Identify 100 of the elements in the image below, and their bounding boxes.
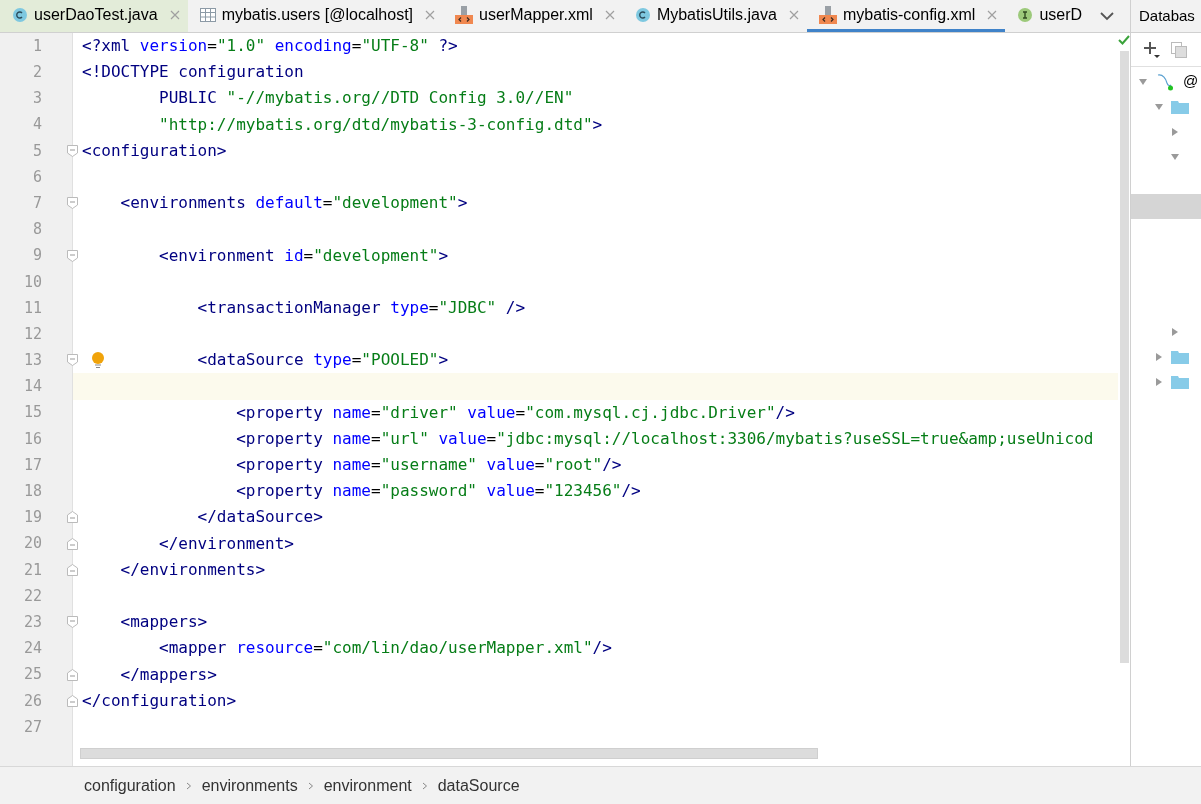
lightbulb-icon[interactable]: [91, 351, 105, 370]
line-number: 20: [22, 533, 42, 555]
line-number: 6: [31, 166, 42, 188]
add-icon[interactable]: [1143, 40, 1161, 59]
expand-arrow-icon[interactable]: [1171, 327, 1179, 336]
tab-label: userMapper.xml: [479, 4, 593, 25]
code-line: </environments>: [120, 558, 266, 581]
line-number: 15: [22, 402, 42, 424]
code-line: <mapper resource="com/lin/dao/userMapper.xml"/>: [159, 637, 612, 660]
collapse-arrow-icon[interactable]: [1155, 102, 1163, 111]
line-number: 25: [22, 664, 42, 686]
code-line: <mappers>: [120, 611, 208, 634]
tab-label: userDaoTest.java: [34, 4, 158, 25]
fold-marker-icon[interactable]: [67, 144, 78, 157]
folder-icon: [1171, 99, 1189, 114]
database-icon: [1155, 71, 1175, 92]
code-line: <transactionManager type="JDBC" />: [197, 296, 526, 319]
line-number: 26: [22, 690, 42, 712]
fold-marker-icon[interactable]: [67, 537, 78, 550]
fold-marker-icon[interactable]: [67, 668, 78, 681]
line-number: 12: [22, 323, 42, 345]
line-number: 5: [31, 140, 42, 162]
code-line: <environment id="development">: [159, 244, 449, 267]
line-number: 24: [22, 638, 42, 660]
vertical-scrollbar[interactable]: [1119, 51, 1129, 663]
code-line: </environment>: [159, 532, 294, 555]
line-number: 3: [31, 88, 42, 110]
code-line: <configuration>: [82, 139, 227, 162]
close-icon[interactable]: [604, 9, 615, 20]
code-line: "http://mybatis.org/dtd/mybatis-3-config.dtd">: [159, 113, 603, 136]
editor-tab[interactable]: userDaoTest.java: [0, 0, 188, 32]
line-number: 17: [22, 454, 42, 476]
horizontal-scrollbar[interactable]: [80, 747, 818, 759]
class-icon: [12, 6, 28, 23]
chevron-down-icon[interactable]: [1100, 11, 1115, 21]
code-line: PUBLIC "-//mybatis.org//DTD Config 3.0//EN": [159, 87, 574, 110]
fold-marker-icon[interactable]: [67, 616, 78, 629]
line-number: 4: [31, 114, 42, 136]
fold-marker-icon[interactable]: [67, 694, 78, 707]
code-line: <property name="username" value="root"/>: [236, 454, 622, 477]
line-number: 23: [22, 611, 42, 633]
table-icon: [199, 7, 216, 22]
line-number: 7: [31, 192, 42, 214]
breadcrumb[interactable]: environment: [323, 773, 412, 798]
folder-icon: [1171, 349, 1189, 364]
fold-marker-icon[interactable]: [67, 197, 78, 210]
code-line: </dataSource>: [197, 506, 323, 529]
breadcrumb[interactable]: configuration: [84, 773, 176, 798]
close-icon[interactable]: [788, 9, 799, 20]
collapse-arrow-icon[interactable]: [1139, 77, 1147, 86]
copy-icon[interactable]: [1171, 41, 1187, 58]
chevron-right-icon: [421, 781, 428, 790]
code-line: <property name="password" value="123456"/>: [236, 480, 641, 503]
tab-label: userD: [1039, 4, 1083, 25]
line-number: 18: [22, 481, 42, 503]
line-number: 22: [22, 585, 42, 607]
fold-marker-icon[interactable]: [67, 563, 78, 576]
code-line: </configuration>: [82, 689, 237, 712]
tab-label: mybatis-config.xml: [842, 4, 976, 25]
line-number: 16: [22, 428, 42, 450]
fold-marker-icon[interactable]: [67, 249, 78, 262]
interface-icon: [1017, 6, 1034, 23]
code-line: <dataSource type="POOLED">: [197, 349, 449, 372]
line-number: 9: [31, 245, 42, 267]
expand-arrow-icon[interactable]: [1171, 127, 1179, 136]
checkmark-icon: [1118, 35, 1130, 45]
code-line: <?xml version="1.0" encoding="UTF-8" ?>: [82, 35, 458, 58]
line-number: 8: [31, 219, 42, 241]
close-icon[interactable]: [425, 9, 436, 20]
line-number: 14: [22, 376, 42, 398]
expand-arrow-icon[interactable]: [1155, 377, 1163, 386]
line-number: 2: [31, 62, 42, 84]
tree-label: @: [1183, 71, 1199, 92]
chevron-right-icon: [185, 781, 192, 790]
breadcrumb[interactable]: environments: [201, 773, 298, 798]
code-line: <!DOCTYPE configuration: [82, 61, 304, 84]
tab-label: mybatis.users [@localhost]: [221, 4, 414, 25]
line-number: 19: [22, 507, 42, 529]
fold-marker-icon[interactable]: [67, 511, 78, 524]
close-icon[interactable]: [987, 9, 998, 20]
line-number: 10: [22, 271, 42, 293]
code-line: </mappers>: [120, 663, 217, 686]
line-number: 13: [22, 350, 42, 372]
line-number: 1: [31, 35, 42, 57]
line-number: 11: [22, 297, 42, 319]
line-number: 27: [22, 716, 42, 738]
xml-file-icon: [455, 5, 474, 24]
line-number: 21: [22, 559, 42, 581]
fold-marker-icon[interactable]: [67, 354, 78, 367]
close-icon[interactable]: [169, 9, 180, 20]
breadcrumb[interactable]: dataSource: [437, 773, 520, 798]
panel-title: Databas: [1139, 5, 1195, 26]
folder-icon: [1171, 374, 1189, 389]
collapse-arrow-icon[interactable]: [1171, 152, 1179, 161]
code-line: <property name="url" value="jdbc:mysql://localhost:3306/mybatis?useSSL=true&amp;useUnicod: [236, 427, 1094, 450]
chevron-right-icon: [307, 781, 314, 790]
tab-label: MybatisUtils.java: [656, 4, 777, 25]
code-line: <property name="driver" value="com.mysql.cj.jdbc.Driver"/>: [236, 401, 795, 424]
class-icon: [634, 6, 651, 23]
expand-arrow-icon[interactable]: [1155, 352, 1163, 361]
